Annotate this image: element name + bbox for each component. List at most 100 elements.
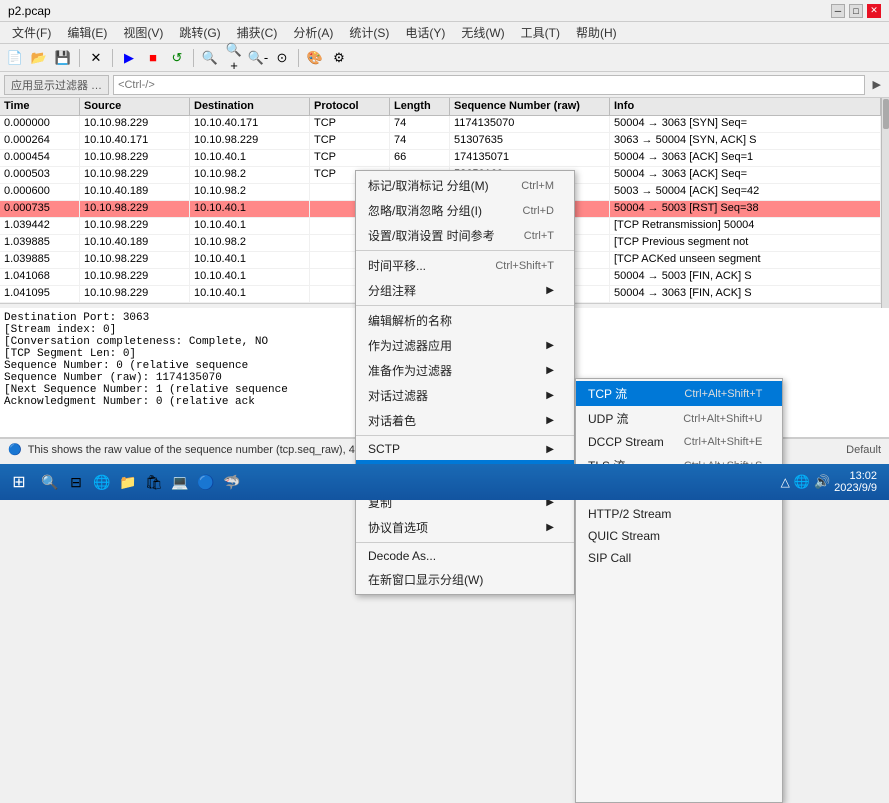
cell-dst: 10.10.40.1	[190, 201, 310, 217]
new-button[interactable]: 📄	[4, 47, 26, 69]
zoom-out[interactable]: 🔍-	[247, 47, 269, 69]
table-row[interactable]: 0.000000 10.10.98.229 10.10.40.171 TCP 7…	[0, 116, 881, 133]
cell-seq: 1174135070	[450, 116, 610, 132]
context-menu-item[interactable]: 作为过滤器应用 ▶	[356, 333, 574, 358]
cell-src: 10.10.40.189	[80, 184, 190, 200]
sub-ctx-label: DCCP Stream	[588, 435, 664, 449]
cell-src: 10.10.98.229	[80, 252, 190, 268]
context-menu-item[interactable]: 编辑解析的名称	[356, 308, 574, 333]
cell-time: 1.039442	[0, 218, 80, 234]
ctx-item-label: 设置/取消设置 时间参考	[368, 227, 495, 244]
save-button[interactable]: 💾	[52, 47, 74, 69]
ctx-item-label: 协议首选项	[368, 519, 428, 536]
header-info: Info	[610, 98, 881, 115]
maximize-button[interactable]: □	[849, 4, 863, 18]
table-row[interactable]: 0.000454 10.10.98.229 10.10.40.1 TCP 66 …	[0, 150, 881, 167]
ctx-shortcut: Ctrl+Shift+T	[495, 260, 554, 272]
cell-src: 10.10.98.229	[80, 167, 190, 183]
context-menu-item[interactable]: 标记/取消标记 分组(M) Ctrl+M	[356, 173, 574, 198]
context-menu-item[interactable]: 分组注释 ▶	[356, 278, 574, 303]
context-menu-item[interactable]: 忽略/取消忽略 分组(I) Ctrl+D	[356, 198, 574, 223]
menu-tools[interactable]: 工具(T)	[513, 22, 568, 43]
menu-file[interactable]: 文件(F)	[4, 22, 59, 43]
context-menu-item[interactable]: 时间平移... Ctrl+Shift+T	[356, 253, 574, 278]
sub-context-menu-item[interactable]: QUIC Stream	[576, 525, 782, 547]
sub-context-menu-item[interactable]: SIP Call	[576, 547, 782, 569]
header-destination: Destination	[190, 98, 310, 115]
taskbar-icons: 🔍 ⊟ 🌐 📁 🛍 💻 🔵 🦈	[34, 470, 773, 494]
minimize-button[interactable]: ─	[831, 4, 845, 18]
context-menu-item[interactable]: 准备作为过滤器 ▶	[356, 358, 574, 383]
close-button[interactable]: ✕	[867, 4, 881, 18]
sub-context-menu-item[interactable]: HTTP/2 Stream	[576, 503, 782, 525]
taskbar-task-view[interactable]: ⊟	[64, 470, 88, 494]
time-display: 13:02	[834, 470, 877, 482]
close-capture[interactable]: ✕	[85, 47, 107, 69]
taskbar-wireshark[interactable]: 🦈	[220, 470, 244, 494]
cell-src: 10.10.40.171	[80, 133, 190, 149]
window-controls[interactable]: ─ □ ✕	[831, 4, 881, 18]
sub-context-menu[interactable]: TCP 流 Ctrl+Alt+Shift+TUDP 流 Ctrl+Alt+Shi…	[575, 378, 783, 803]
context-menu-item[interactable]: 对话过滤器 ▶	[356, 383, 574, 408]
context-menu-item[interactable]: 设置/取消设置 时间参考 Ctrl+T	[356, 223, 574, 248]
start-button[interactable]: ⊞	[4, 467, 34, 497]
ctx-arrow-icon: ▶	[546, 444, 554, 455]
restart-capture[interactable]: ↺	[166, 47, 188, 69]
filter-arrow-right[interactable]: ▶	[869, 78, 885, 91]
filter-input[interactable]	[113, 75, 864, 95]
status-default: Default	[846, 444, 881, 456]
zoom-reset[interactable]: ⊙	[271, 47, 293, 69]
menu-wireless[interactable]: 无线(W)	[453, 22, 512, 43]
cell-info: 50004 → 3063 [SYN] Seq=	[610, 116, 881, 132]
sub-context-menu-item[interactable]: TCP 流 Ctrl+Alt+Shift+T	[576, 381, 782, 406]
taskbar-file-explorer[interactable]: 📁	[116, 470, 140, 494]
context-menu-item[interactable]: 对话着色 ▶	[356, 408, 574, 433]
menu-edit[interactable]: 编辑(E)	[59, 22, 115, 43]
sub-context-menu-item[interactable]: UDP 流 Ctrl+Alt+Shift+U	[576, 406, 782, 431]
cell-time: 1.039885	[0, 235, 80, 251]
start-capture[interactable]: ▶	[118, 47, 140, 69]
header-source: Source	[80, 98, 190, 115]
open-button[interactable]: 📂	[28, 47, 50, 69]
cell-dst: 10.10.40.1	[190, 286, 310, 302]
zoom-in[interactable]: 🔍+	[223, 47, 245, 69]
context-menu-item[interactable]: 在新窗口显示分组(W)	[356, 567, 574, 592]
stop-capture[interactable]: ■	[142, 47, 164, 69]
colorize[interactable]: 🎨	[304, 47, 326, 69]
context-menu[interactable]: 标记/取消标记 分组(M) Ctrl+M 忽略/取消忽略 分组(I) Ctrl+…	[355, 170, 575, 595]
menu-go[interactable]: 跳转(G)	[171, 22, 228, 43]
menu-help[interactable]: 帮助(H)	[568, 22, 625, 43]
scroll-thumb[interactable]	[883, 99, 889, 129]
taskbar-store[interactable]: 🛍	[142, 470, 166, 494]
volume-icon: 🔊	[814, 474, 830, 490]
menu-bar: 文件(F) 编辑(E) 视图(V) 跳转(G) 捕获(C) 分析(A) 统计(S…	[0, 22, 889, 44]
cell-src: 10.10.98.229	[80, 286, 190, 302]
ctx-separator	[356, 250, 574, 251]
taskbar-chrome[interactable]: 🔵	[194, 470, 218, 494]
cell-src: 10.10.98.229	[80, 150, 190, 166]
menu-stats[interactable]: 统计(S)	[341, 22, 397, 43]
packet-scrollbar[interactable]	[881, 98, 889, 308]
cell-dst: 10.10.98.229	[190, 133, 310, 149]
cell-time: 0.000454	[0, 150, 80, 166]
filter-button[interactable]: 🔍	[199, 47, 221, 69]
cell-dst: 10.10.40.1	[190, 252, 310, 268]
table-row[interactable]: 0.000264 10.10.40.171 10.10.98.229 TCP 7…	[0, 133, 881, 150]
toolbar: 📄 📂 💾 ✕ ▶ ■ ↺ 🔍 🔍+ 🔍- ⊙ 🎨 ⚙	[0, 44, 889, 72]
prefs[interactable]: ⚙	[328, 47, 350, 69]
menu-analyze[interactable]: 分析(A)	[285, 22, 341, 43]
cell-time: 0.000000	[0, 116, 80, 132]
ctx-item-label: Decode As...	[368, 549, 436, 563]
taskbar-vscode[interactable]: 💻	[168, 470, 192, 494]
menu-view[interactable]: 视图(V)	[115, 22, 171, 43]
sub-context-menu-item[interactable]: DCCP Stream Ctrl+Alt+Shift+E	[576, 431, 782, 453]
context-menu-item[interactable]: Decode As...	[356, 545, 574, 567]
taskbar-edge[interactable]: 🌐	[90, 470, 114, 494]
cell-src: 10.10.98.229	[80, 116, 190, 132]
menu-phone[interactable]: 电话(Y)	[397, 22, 453, 43]
context-menu-item[interactable]: SCTP ▶	[356, 438, 574, 460]
taskbar-search[interactable]: 🔍	[38, 470, 62, 494]
context-menu-item[interactable]: 协议首选项 ▶	[356, 515, 574, 540]
cell-dst: 10.10.40.171	[190, 116, 310, 132]
menu-capture[interactable]: 捕获(C)	[229, 22, 286, 43]
